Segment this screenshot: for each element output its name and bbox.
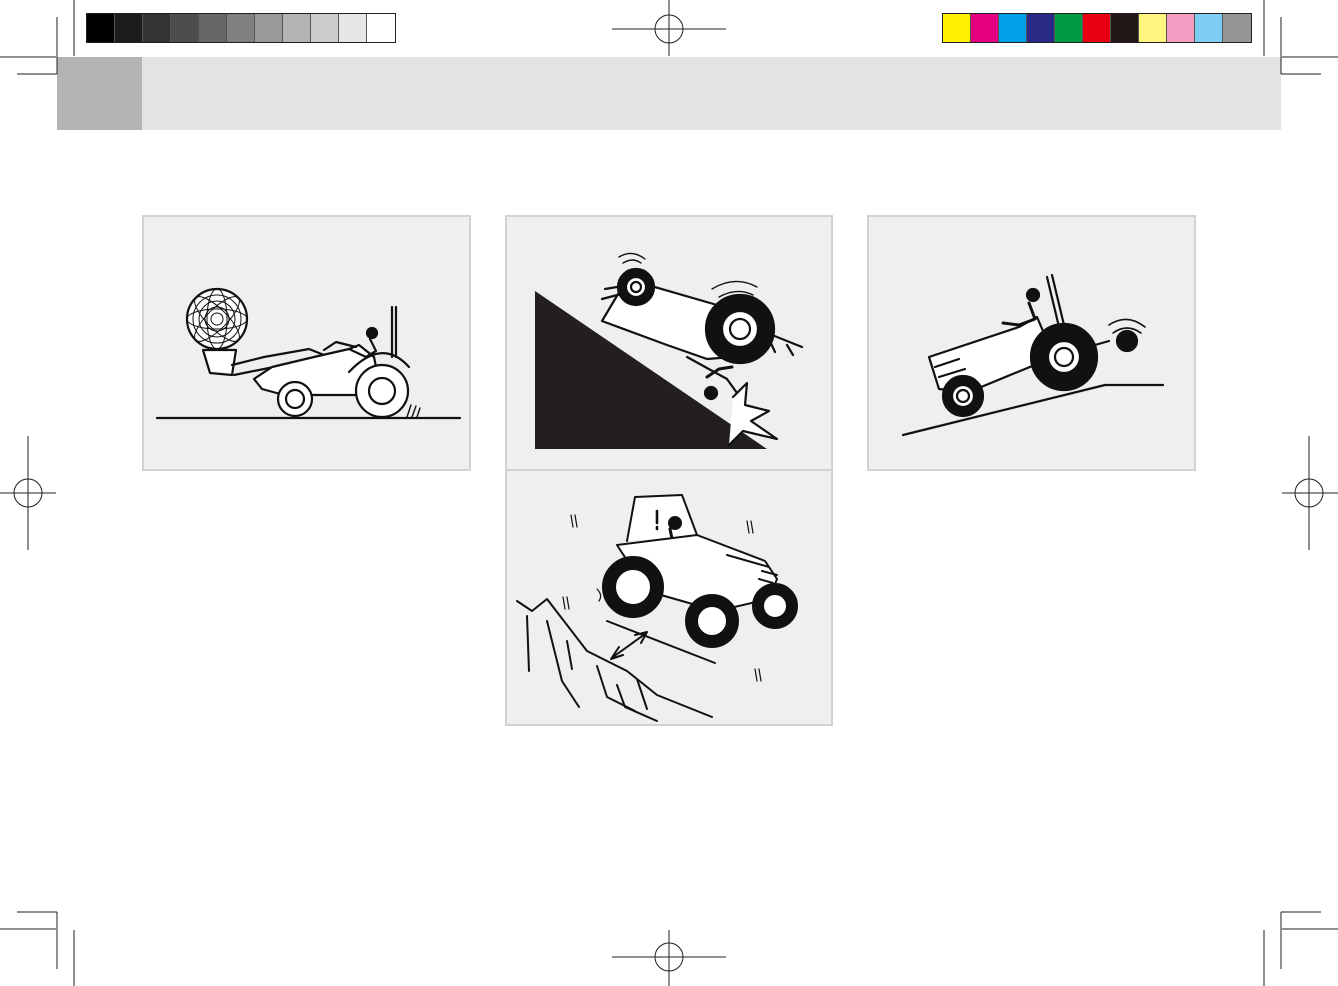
tractor-front-loader-raised-bale-icon	[155, 287, 462, 420]
illustration-uphill-backflip	[867, 215, 1196, 471]
process-color-bar	[942, 13, 1252, 43]
process-swatch-5	[1055, 14, 1083, 42]
grayscale-swatch-7	[255, 14, 283, 42]
process-swatch-1	[943, 14, 971, 42]
process-swatch-6	[1083, 14, 1111, 42]
grayscale-swatch-5	[199, 14, 227, 42]
grayscale-swatch-10	[339, 14, 367, 42]
process-swatch-2	[971, 14, 999, 42]
header-tab	[57, 57, 142, 130]
registration-target-right	[1282, 436, 1338, 550]
process-swatch-8	[1139, 14, 1167, 42]
grayscale-color-bar	[86, 13, 396, 43]
registration-target-top	[612, 0, 726, 56]
grayscale-swatch-8	[283, 14, 311, 42]
process-swatch-4	[1027, 14, 1055, 42]
tractor-sideways-rollover-on-slope-icon	[535, 252, 804, 449]
grayscale-swatch-9	[311, 14, 339, 42]
grayscale-swatch-3	[143, 14, 171, 42]
registration-target-left	[0, 436, 56, 550]
process-swatch-10	[1195, 14, 1223, 42]
process-swatch-3	[999, 14, 1027, 42]
grayscale-swatch-4	[171, 14, 199, 42]
illustration-loader-bale	[142, 215, 471, 471]
illustration-embankment-edge	[505, 469, 833, 726]
illustration-slope-rollover	[505, 215, 833, 471]
grayscale-swatch-1	[87, 14, 115, 42]
process-swatch-11	[1223, 14, 1251, 42]
tractor-near-embankment-edge-icon	[516, 494, 798, 722]
tractor-rear-overturn-uphill-icon	[901, 273, 1165, 437]
grayscale-swatch-6	[227, 14, 255, 42]
registration-target-bottom	[612, 930, 726, 986]
process-swatch-9	[1167, 14, 1195, 42]
grayscale-swatch-11	[367, 14, 395, 42]
header-band	[57, 57, 1281, 130]
process-swatch-7	[1111, 14, 1139, 42]
grayscale-swatch-2	[115, 14, 143, 42]
